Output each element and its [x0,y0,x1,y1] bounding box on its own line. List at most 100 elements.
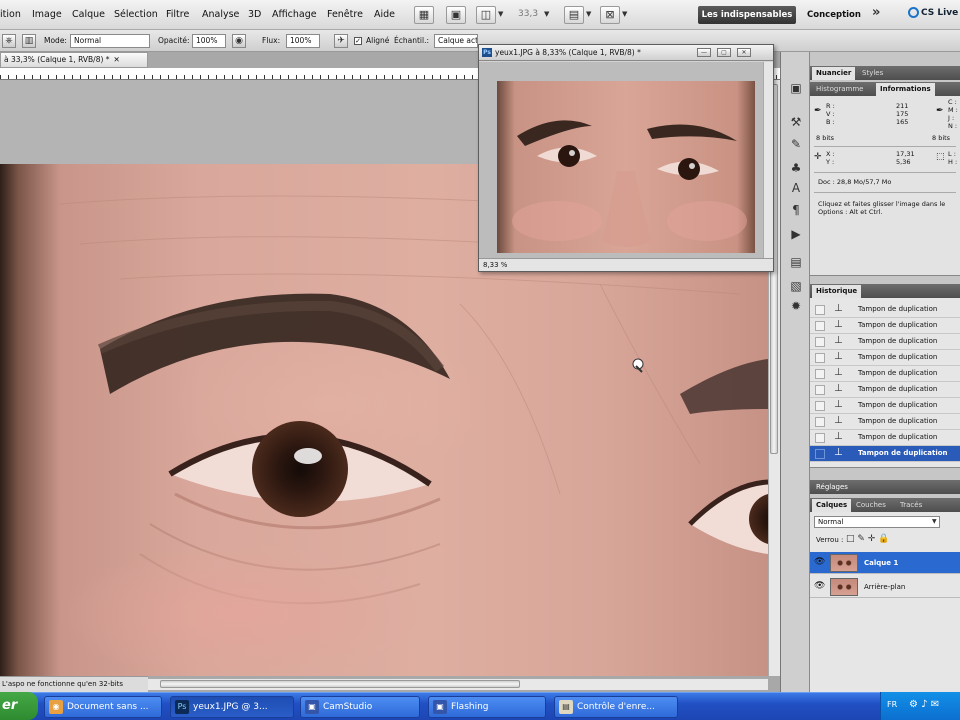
menu-image[interactable]: Image [32,9,62,20]
chevron-down-icon[interactable]: ▼ [586,10,591,18]
tab-info[interactable]: Informations [876,83,935,96]
paragraph-icon[interactable]: ¶ [787,202,805,218]
menu-3d[interactable]: 3D [248,9,261,20]
floating-window-titlebar[interactable]: Ps yeux1.JPG à 8,33% (Calque 1, RVB/8) *… [479,45,773,61]
airbrush-icon[interactable]: ✈ [334,34,348,48]
tab-channels[interactable]: Couches [852,499,890,512]
aligned-checkbox[interactable]: ✓ [354,37,362,45]
layer-row[interactable]: 👁 Arrière-plan [810,576,960,598]
zoom-level[interactable]: 33,3 [518,9,538,19]
sample-select[interactable]: Calque actif [434,34,478,48]
history-item[interactable]: ⊥ Tampon de duplication [810,366,960,382]
tab-paths[interactable]: Tracés [896,499,926,512]
history-item[interactable]: ⊥ Tampon de duplication [810,414,960,430]
history-snapshot-box[interactable] [815,449,825,459]
tab-layers[interactable]: Calques [812,499,852,512]
history-snapshot-box[interactable] [815,385,825,395]
bridge-icon[interactable]: ▦ [414,6,434,24]
floating-window-zoom[interactable]: 8,33 % [483,261,507,269]
menu-calque[interactable]: Calque [72,9,105,20]
visibility-eye-icon[interactable]: 👁 [814,557,825,567]
tab-adjustments[interactable]: Réglages [812,481,852,494]
more-workspaces-icon[interactable]: » [872,5,880,20]
menu-edition[interactable]: ition [0,9,21,20]
visibility-eye-icon[interactable]: 👁 [814,581,825,591]
floating-document-window[interactable]: Ps yeux1.JPG à 8,33% (Calque 1, RVB/8) *… [478,44,774,272]
minimize-button[interactable]: — [697,48,711,57]
taskbar-item[interactable]: ◉ Document sans ... [44,696,162,718]
minibridge-icon[interactable]: ▣ [446,6,466,24]
chevron-down-icon[interactable]: ▼ [932,518,937,525]
flow-field[interactable]: 100% [286,34,320,48]
menu-filtre[interactable]: Filtre [166,9,189,20]
start-button[interactable]: er [0,692,38,720]
character-icon[interactable]: A [787,180,805,196]
history-item-selected[interactable]: ⊥ Tampon de duplication [810,446,960,462]
history-snapshot-box[interactable] [815,401,825,411]
tool-presets-icon[interactable]: ⚒ [787,114,805,130]
lock-icons[interactable]: □ ✎ ✛ 🔒 [846,534,889,544]
brush-panel-icon[interactable]: ▥ [22,34,36,48]
history-snapshot-box[interactable] [815,417,825,427]
history-item[interactable]: ⊥ Tampon de duplication [810,350,960,366]
taskbar-item[interactable]: ▣ Flashing [428,696,546,718]
menu-selection[interactable]: Sélection [114,9,158,20]
notes-icon[interactable]: ▤ [787,254,805,270]
horizontal-scroll-thumb[interactable] [160,680,520,688]
history-snapshot-box[interactable] [815,433,825,443]
tab-histogram[interactable]: Histogramme [812,83,867,96]
history-snapshot-box[interactable] [815,353,825,363]
history-item[interactable]: ⊥ Tampon de duplication [810,382,960,398]
close-icon[interactable]: ✕ [114,55,120,64]
workspace-design-button[interactable]: Conception [804,6,864,24]
arrange-icon[interactable]: ▤ [564,6,584,24]
menu-fenetre[interactable]: Fenêtre [327,9,363,20]
brush-icon[interactable]: ✎ [787,136,805,152]
menu-analyse[interactable]: Analyse [202,9,239,20]
history-item[interactable]: ⊥ Tampon de duplication [810,318,960,334]
tab-history[interactable]: Historique [812,285,862,298]
tab-swatches[interactable]: Nuancier [812,67,856,80]
document-tab[interactable]: à 33,3% (Calque 1, RVB/8) * ✕ [0,52,148,68]
workspace-essentials-button[interactable]: Les indispensables [698,6,796,24]
navigator-icon[interactable]: ▧ [787,278,805,294]
layer-row-selected[interactable]: 👁 Calque 1 [810,552,960,574]
history-snapshot-box[interactable] [815,369,825,379]
3d-icon[interactable]: ✹ [787,298,805,314]
taskbar-item[interactable]: Ps yeux1.JPG @ 3... [170,696,294,718]
opacity-field[interactable]: 100% [192,34,226,48]
floating-window-photo[interactable] [497,81,755,253]
pressure-opacity-icon[interactable]: ◉ [232,34,246,48]
tab-styles[interactable]: Styles [858,67,887,80]
screen-mode-icon[interactable]: ⊠ [600,6,620,24]
chevron-down-icon[interactable]: ▼ [498,10,503,18]
maximize-button[interactable]: ▢ [717,48,731,57]
document-tab-title: à 33,3% (Calque 1, RVB/8) * [4,55,110,64]
actions-icon[interactable]: ▶ [787,226,805,242]
menu-aide[interactable]: Aide [374,9,395,20]
mode-select[interactable]: Normal [70,34,150,48]
taskbar-item[interactable]: ▣ CamStudio [300,696,420,718]
close-button[interactable]: ✕ [737,48,751,57]
menu-affichage[interactable]: Affichage [272,9,317,20]
history-snapshot-box[interactable] [815,321,825,331]
chevron-down-icon[interactable]: ▼ [544,10,549,18]
cslive-button[interactable]: CS Live [908,7,958,18]
language-indicator[interactable]: FR [887,700,897,709]
history-item[interactable]: ⊥ Tampon de duplication [810,398,960,414]
history-snapshot-box[interactable] [815,337,825,347]
history-item[interactable]: ⊥ Tampon de duplication [810,302,960,318]
history-snapshot-box[interactable] [815,305,825,315]
floating-window-scrollbar[interactable] [763,62,773,258]
taskbar-item[interactable]: ▤ Contrôle d'enre... [554,696,678,718]
blend-mode-select[interactable]: Normal [814,516,940,528]
chevron-down-icon[interactable]: ▼ [622,10,627,18]
layer-comps-icon[interactable]: ▣ [787,80,805,96]
history-item[interactable]: ⊥ Tampon de duplication [810,430,960,446]
clone-source-icon[interactable]: ♣ [787,160,805,176]
history-item[interactable]: ⊥ Tampon de duplication [810,334,960,350]
tray-icons[interactable]: ⚙ ♪ ✉ [909,699,939,710]
info-b-label: B : [826,118,835,126]
extras-icon[interactable]: ◫ [476,6,496,24]
clone-stamp-preset-icon[interactable]: ⎈ [2,34,16,48]
